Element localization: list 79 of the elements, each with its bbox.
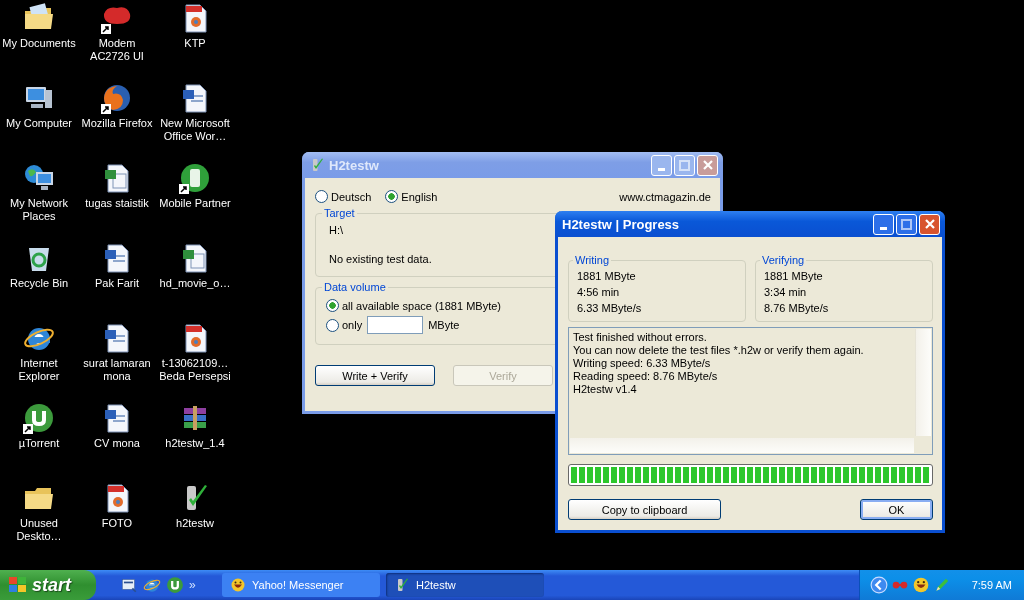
minimize-icon (658, 167, 665, 171)
group-title: Data volume (323, 281, 387, 293)
phone-icon[interactable] (179, 162, 211, 194)
fox-globe-icon[interactable] (101, 82, 133, 114)
desktop-icon-label[interactable]: Mozilla Firefox (81, 117, 153, 130)
maximize-button[interactable] (896, 213, 917, 235)
desktop-icon-label[interactable]: Modem AC2726 UI (90, 37, 144, 63)
radio-label[interactable]: Deutsch (331, 190, 372, 203)
desktop-icon-label[interactable]: surat lamaran mona (83, 357, 151, 383)
taskbar-button[interactable]: Yahoo! Messenger (222, 573, 380, 597)
amount-input-field[interactable] (367, 316, 424, 334)
group-title: Target (323, 207, 356, 219)
window-title: H2testw | Progress (562, 216, 680, 232)
desktop-icon-label[interactable]: My Computer (6, 117, 72, 130)
action-button[interactable]: Write + Verify (315, 365, 435, 386)
desktop-icon-label[interactable]: h2testw (176, 517, 214, 530)
close-button[interactable] (919, 213, 940, 235)
horizontal-scrollbar[interactable] (570, 438, 914, 453)
action-button[interactable]: OK (860, 499, 933, 520)
desktop-icon-label[interactable]: Recycle Bin (9, 277, 69, 290)
stat-value: 3:34 min (764, 285, 808, 300)
stat-value: 6.33 MByte/s (577, 301, 643, 316)
vertical-scrollbar[interactable] (915, 329, 931, 436)
website-link[interactable]: www.ctmagazin.de (619, 190, 711, 203)
desktop-icon-label[interactable]: hd_movie_o… (159, 277, 231, 290)
close-icon (924, 219, 935, 229)
radio-button[interactable] (326, 299, 339, 312)
stat-value: 8.76 MByte/s (764, 301, 830, 316)
desktop-icon-label[interactable]: Internet Explorer (18, 357, 60, 383)
stat-value: 1881 MByte (577, 269, 637, 284)
minimize-icon (880, 226, 887, 230)
maximize-icon (679, 159, 690, 171)
desktop-icon-label[interactable]: CV mona (94, 437, 140, 450)
window-title: H2testw (329, 157, 379, 173)
show-desktop-icon[interactable] (120, 576, 138, 594)
clock: 7:59 AM (971, 579, 1012, 591)
log-line: You can now delete the test files *.h2w or verify them again. (573, 344, 865, 357)
chevron-left-icon[interactable] (869, 576, 888, 594)
desktop-icon-label[interactable]: Mobile Partner (159, 197, 231, 210)
log-line: Reading speed: 8.76 MByte/s (573, 370, 719, 383)
desktop-icon-label[interactable]: t-13062109… Beda Persepsi (159, 357, 231, 383)
desktop-icon-label[interactable]: New Microsoft Office Wor… (160, 117, 230, 143)
drive-path: H:\ (328, 223, 345, 238)
minimize-button[interactable] (873, 213, 894, 235)
desktop-icon-label[interactable]: My Documents (2, 37, 76, 50)
log-line: Writing speed: 6.33 MByte/s (573, 357, 712, 370)
desktop-icon-label[interactable]: Pak Farit (95, 277, 139, 290)
desktop-icon-label[interactable]: FOTO (101, 517, 133, 530)
close-icon (702, 160, 713, 170)
log-line: Test finished without errors. (573, 331, 708, 344)
start-button[interactable]: start (0, 570, 96, 600)
more-button[interactable]: » (189, 578, 196, 592)
radio-label[interactable]: only (342, 319, 363, 331)
stat-value: 1881 MByte (764, 269, 824, 284)
unit-label: MByte (428, 319, 460, 331)
radio-label[interactable]: English (401, 190, 438, 203)
desktop-icon-label[interactable]: µTorrent (18, 437, 60, 450)
action-button[interactable]: Copy to clipboard (568, 499, 721, 520)
desktop-icon-label[interactable]: My Network Places (9, 197, 69, 223)
desktop-icon-label[interactable]: Unused Deskto… (16, 517, 62, 543)
windows-flag-icon (8, 576, 28, 594)
smiley-icon (230, 577, 246, 593)
smiley-icon[interactable] (911, 576, 930, 594)
group-title: Writing (574, 254, 611, 266)
log-line: H2testw v1.4 (573, 383, 638, 396)
group-title: Verifying (761, 254, 806, 266)
radio-button[interactable] (326, 318, 339, 332)
stat-value: 4:56 min (577, 285, 621, 300)
maximize-icon (901, 218, 912, 230)
torrent-icon[interactable] (166, 576, 184, 594)
radio-label[interactable]: all available space (1881 MByte) (342, 299, 501, 312)
taskbar-button[interactable]: H2testw (386, 573, 544, 597)
desktop-icon-label[interactable]: tugas staistik (85, 197, 149, 210)
desktop-icon-label[interactable]: KTP (184, 37, 206, 50)
torrent-icon[interactable] (23, 402, 55, 434)
desktop-icon-label[interactable]: h2testw_1.4 (165, 437, 225, 450)
radio-button[interactable] (315, 190, 328, 203)
radio-button[interactable] (385, 190, 399, 203)
status-text: No existing test data. (328, 252, 433, 267)
